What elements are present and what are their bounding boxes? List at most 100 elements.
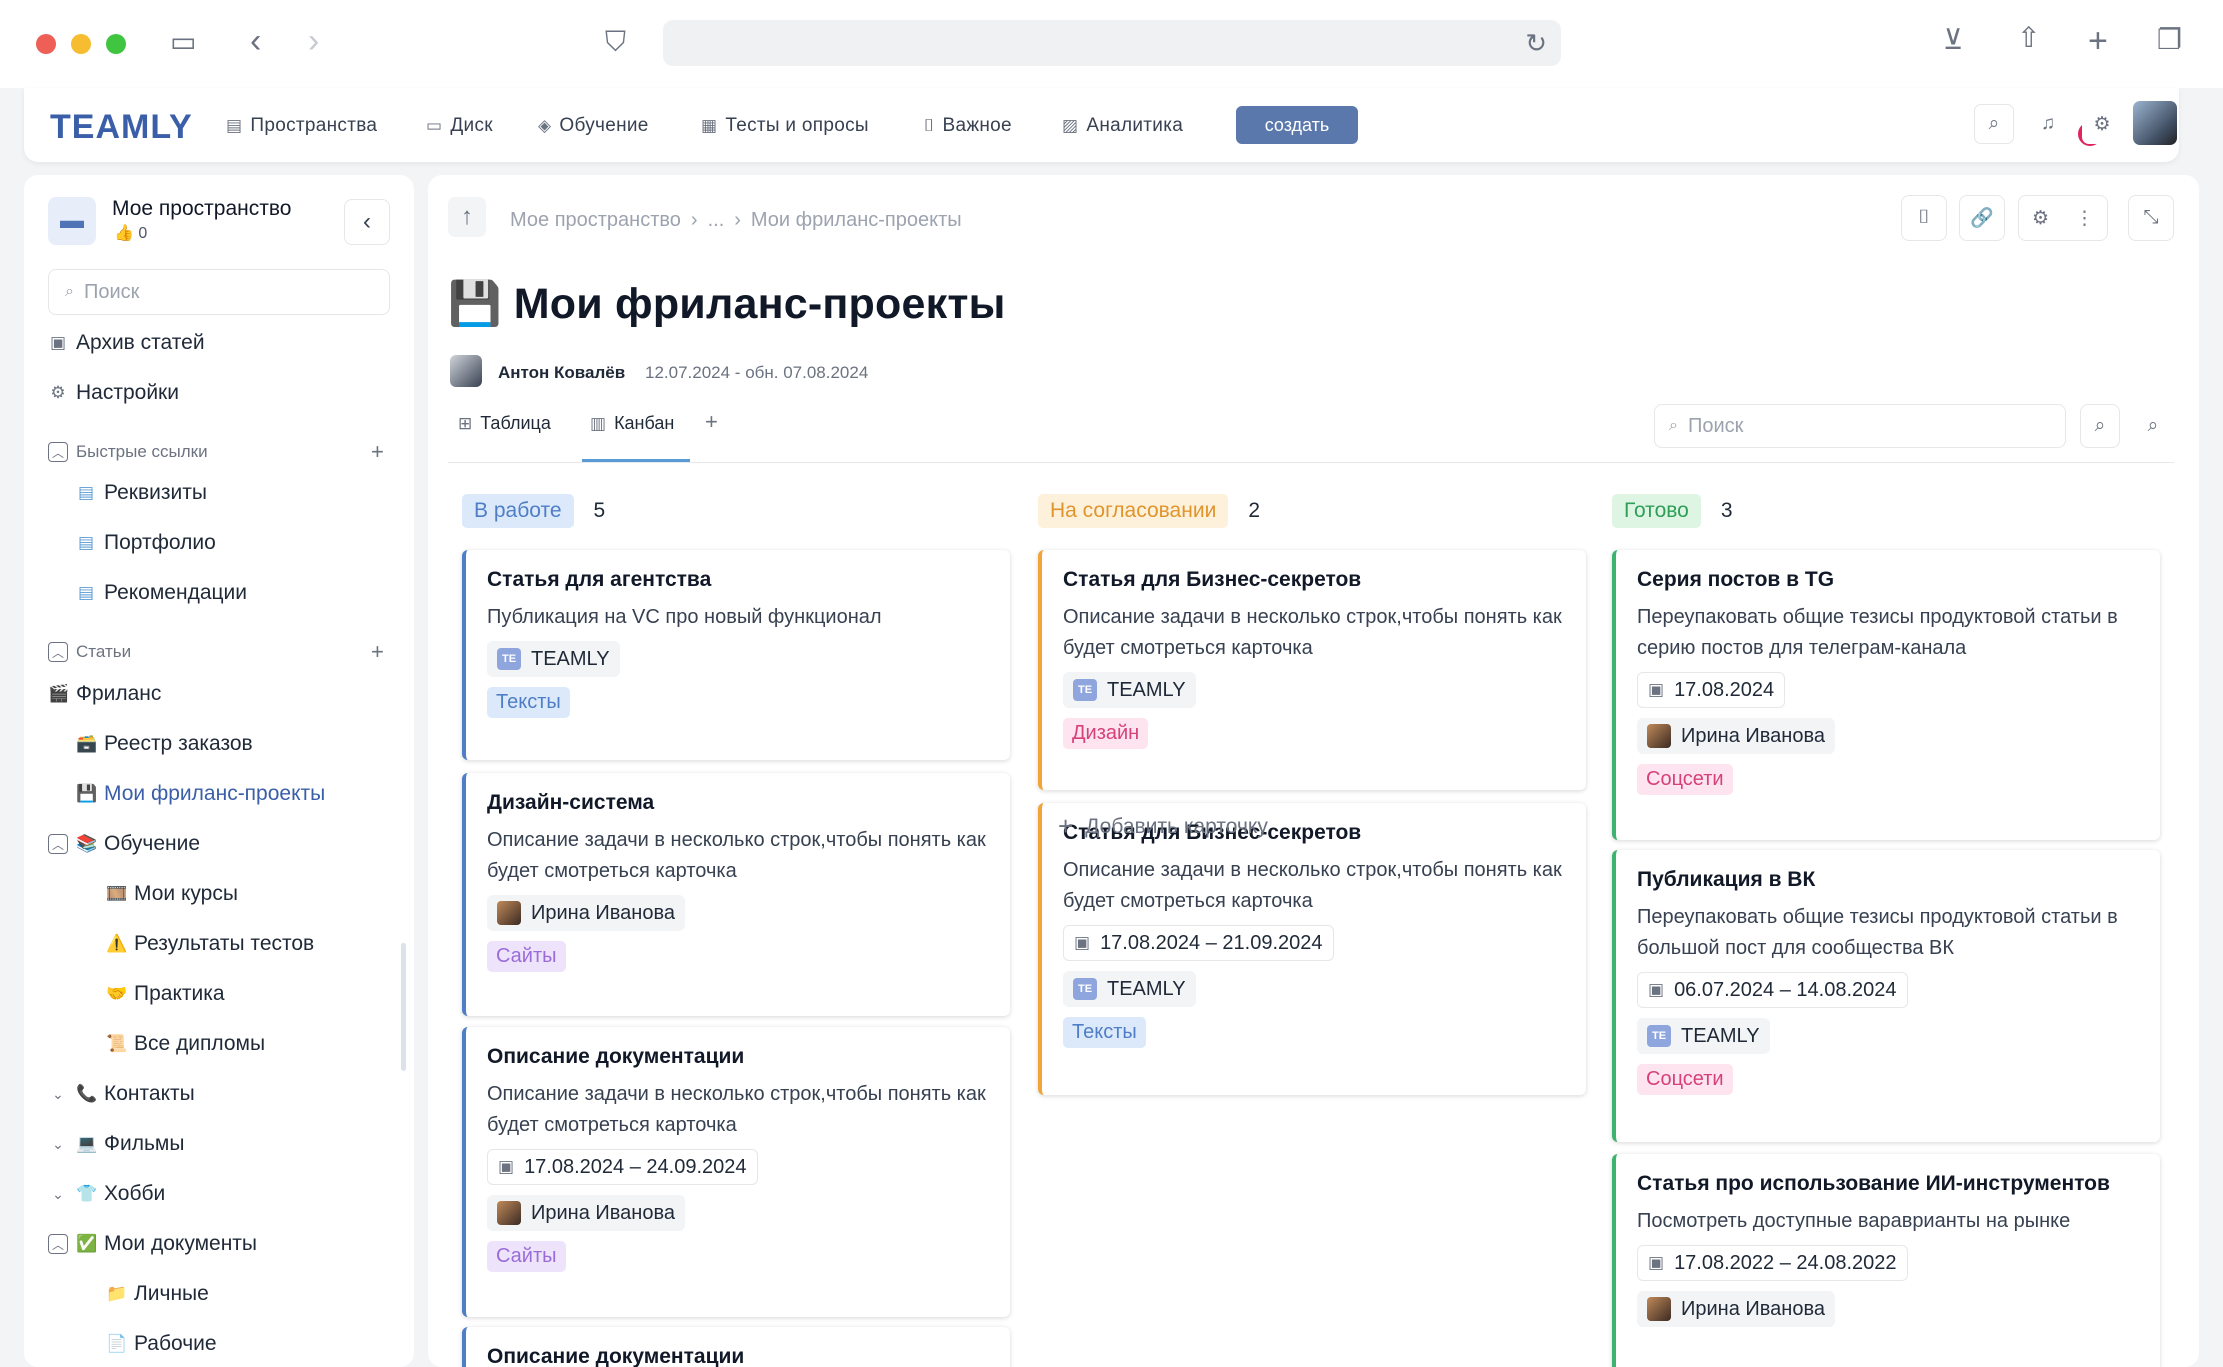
add-quick-link-icon[interactable]: +	[371, 439, 384, 465]
user-avatar[interactable]	[2133, 101, 2177, 145]
section-articles[interactable]: ︿ Статьи	[48, 642, 131, 662]
space-chip[interactable]: TE TEAMLY	[1063, 672, 1196, 708]
address-bar[interactable]: ↻	[663, 20, 1561, 66]
shield-icon[interactable]: ⛉	[605, 28, 626, 56]
tree-item-my-projects[interactable]: 💾 Мои фриланс-проекты	[76, 782, 325, 806]
date-chip[interactable]: ▣ 17.08.2024 – 21.09.2024	[1063, 925, 1334, 961]
floppy-icon: 💾	[448, 280, 502, 328]
quick-link-item[interactable]: ▤ Реквизиты	[76, 481, 207, 505]
tree-item-freelance[interactable]: 🎬 Фриланс	[48, 682, 161, 706]
kanban-card[interactable]: Описание документации Описание задачи в …	[462, 1027, 1010, 1317]
tree-item-test-results[interactable]: ⚠️ Результаты тестов	[106, 932, 314, 956]
tab-kanban[interactable]: ▥ Канбан	[590, 413, 674, 434]
nav-learning[interactable]: ◈ Обучение	[538, 115, 649, 137]
nav-important[interactable]: ⌷ Важное	[924, 115, 1012, 137]
kanban-card[interactable]: Статья для Бизнес-секретов Описание зада…	[1038, 550, 1586, 790]
date-chip[interactable]: ▣ 17.08.2024 – 24.09.2024	[487, 1149, 758, 1185]
search-filter-button[interactable]: ⌕	[2080, 404, 2120, 448]
date-chip[interactable]: ▣ 06.07.2024 – 14.08.2024	[1637, 972, 1908, 1008]
nav-disk[interactable]: ▭ Диск	[426, 115, 493, 137]
space-chip[interactable]: TE TEAMLY	[1637, 1018, 1770, 1054]
section-quick-links[interactable]: ︿ Быстрые ссылки	[48, 442, 208, 462]
kanban-card[interactable]: Статья для Бизнес-секретов Описание зада…	[1038, 803, 1586, 1095]
teamly-logo[interactable]: TEAMLY	[50, 108, 193, 147]
collapse-sidebar-button[interactable]: ‹	[344, 199, 390, 245]
assignee-chip[interactable]: Ирина Иванова	[1637, 1291, 1835, 1327]
quick-link-item[interactable]: ▤ Рекомендации	[76, 581, 247, 605]
nav-spaces[interactable]: ▤ Пространства	[226, 115, 377, 137]
new-tab-icon[interactable]: +	[2088, 24, 2108, 58]
kanban-card[interactable]: Серия постов в TG Переупаковать общие те…	[1612, 550, 2160, 840]
bookmark-button[interactable]: ⌷	[1901, 195, 1947, 241]
tree-item-orders[interactable]: 🗃️ Реестр заказов	[76, 732, 253, 756]
chip-label: Ирина Иванова	[1681, 1297, 1825, 1320]
tree-item-films[interactable]: ⌄ 💻 Фильмы	[48, 1132, 184, 1156]
global-search-button[interactable]: ⌕	[1974, 104, 2014, 144]
back-icon[interactable]: ‹	[250, 24, 261, 58]
go-up-button[interactable]: ↑	[448, 197, 486, 237]
copy-link-button[interactable]: 🔗	[1959, 195, 2005, 241]
search-options-button[interactable]: ⌕	[2133, 404, 2173, 448]
assignee-chip[interactable]: Ирина Иванова	[487, 1195, 685, 1231]
quick-link-item[interactable]: ▤ Портфолио	[76, 531, 216, 555]
tree-item-learning[interactable]: ︿ 📚 Обучение	[48, 832, 200, 856]
add-article-icon[interactable]: +	[371, 639, 384, 665]
assignee-chip[interactable]: Ирина Иванова	[1637, 718, 1835, 754]
assignee-chip[interactable]: Ирина Иванова	[487, 895, 685, 931]
add-card-button[interactable]: + Добавить карточку	[1058, 811, 1268, 842]
sidebar-search[interactable]: ⌕	[48, 269, 390, 315]
nav-analytics[interactable]: ▨ Аналитика	[1062, 115, 1183, 137]
space-title[interactable]: Мое пространство	[112, 197, 291, 221]
forward-icon[interactable]: ›	[308, 24, 319, 58]
status-badge[interactable]: На согласовании	[1038, 494, 1229, 528]
sidebar-search-input[interactable]	[83, 280, 354, 304]
kanban-card[interactable]: Статья для агентства Публикация на VC пр…	[462, 550, 1010, 760]
download-icon[interactable]: ⊻	[1943, 26, 1964, 54]
tree-item-personal[interactable]: 📁 Личные	[106, 1282, 209, 1306]
tabs-overview-icon[interactable]: ❐	[2157, 26, 2182, 54]
settings-button[interactable]: ⚙	[2082, 104, 2122, 144]
share-icon[interactable]: ⇧	[2017, 24, 2040, 52]
status-badge[interactable]: Готово	[1612, 494, 1701, 528]
chip-label: TEAMLY	[1107, 977, 1186, 1000]
board-search[interactable]: ⌕	[1654, 404, 2066, 448]
reload-icon[interactable]: ↻	[1525, 28, 1547, 59]
kanban-card[interactable]: Дизайн-система Описание задачи в несколь…	[462, 773, 1010, 1016]
kanban-card[interactable]: Публикация в ВК Переупаковать общие тези…	[1612, 850, 2160, 1142]
notifications-button[interactable]: ♫	[2028, 104, 2068, 144]
tree-item-contacts[interactable]: ⌄ 📞 Контакты	[48, 1082, 195, 1106]
create-button[interactable]: создать	[1236, 106, 1358, 144]
add-view-icon[interactable]: +	[705, 409, 718, 435]
window-maximize-button[interactable]	[106, 34, 126, 54]
tree-item-hobby[interactable]: ⌄ 👕 Хобби	[48, 1182, 165, 1206]
arrow-up-icon: ↑	[461, 203, 473, 230]
sidebar-item-archive[interactable]: ▣ Архив статей	[48, 331, 205, 355]
gear-icon[interactable]: ⚙	[2032, 207, 2049, 230]
sidebar-item-settings[interactable]: ⚙ Настройки	[48, 381, 179, 405]
sidebar-scrollbar[interactable]	[401, 943, 406, 1071]
space-chip[interactable]: TE TEAMLY	[1063, 971, 1196, 1007]
tree-label: Мои документы	[104, 1232, 258, 1255]
sidebar-toggle-icon[interactable]: ▭	[170, 28, 196, 56]
nav-tests[interactable]: ▦ Тесты и опросы	[701, 115, 869, 137]
tree-item-work[interactable]: 📄 Рабочие	[106, 1332, 217, 1356]
kanban-card[interactable]: Статья про использование ИИ-инструментов…	[1612, 1154, 2160, 1367]
space-chip[interactable]: TE TEAMLY	[487, 641, 620, 677]
tree-item-courses[interactable]: 🎞️ Мои курсы	[106, 882, 238, 906]
window-close-button[interactable]	[36, 34, 56, 54]
tree-item-practice[interactable]: 🤝 Практика	[106, 982, 225, 1006]
collapse-view-button[interactable]: ⤡	[2128, 195, 2174, 241]
date-chip[interactable]: ▣ 17.08.2024	[1637, 672, 1786, 708]
breadcrumb-ellipsis[interactable]: ...	[708, 209, 725, 232]
kanban-card[interactable]: Описание документации	[462, 1327, 1010, 1367]
status-badge[interactable]: В работе	[462, 494, 574, 528]
more-vertical-icon[interactable]: ⋮	[2075, 207, 2094, 230]
board-search-input[interactable]	[1687, 414, 2028, 438]
date-chip[interactable]: ▣ 17.08.2022 – 24.08.2022	[1637, 1245, 1908, 1281]
window-minimize-button[interactable]	[71, 34, 91, 54]
tree-item-diplomas[interactable]: 📜 Все дипломы	[106, 1032, 265, 1056]
author-name[interactable]: Антон Ковалёв	[498, 363, 625, 383]
breadcrumb-item[interactable]: Мое пространство	[510, 209, 681, 232]
tree-item-documents[interactable]: ︿ ✅ Мои документы	[48, 1232, 257, 1256]
tab-table[interactable]: ⊞ Таблица	[458, 413, 551, 434]
